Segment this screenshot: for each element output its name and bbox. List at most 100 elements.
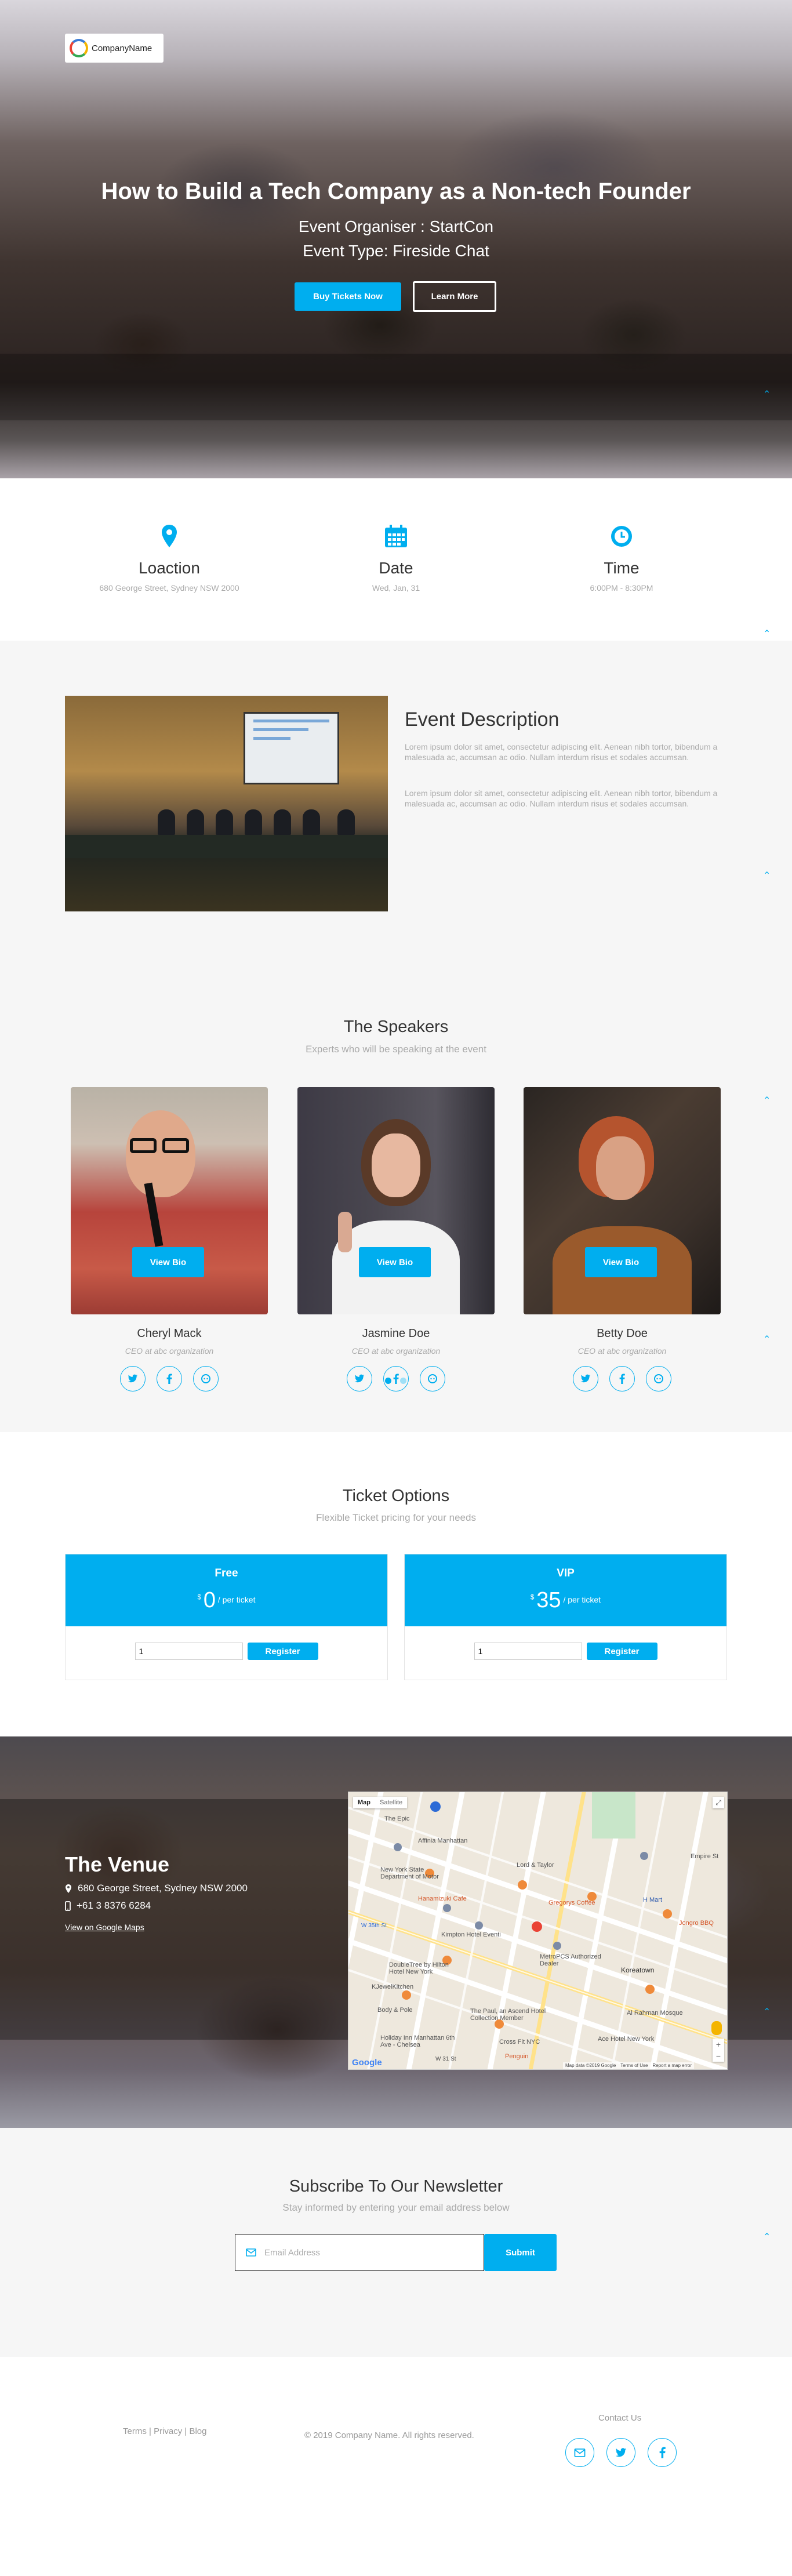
currency-symbol: $: [197, 1593, 201, 1601]
map-label: MetroPCS Authorized Dealer: [540, 1953, 601, 1967]
venue-phone-line: +61 3 8376 6284: [65, 1900, 151, 1912]
email-field[interactable]: Email Address: [235, 2234, 484, 2271]
map-label: Al Rahman Mosque: [627, 2010, 683, 2017]
mail-icon[interactable]: [565, 2438, 594, 2467]
buy-tickets-button[interactable]: Buy Tickets Now: [295, 282, 401, 311]
view-bio-button[interactable]: View Bio: [585, 1247, 657, 1277]
facebook-icon[interactable]: [648, 2438, 677, 2467]
map-attribution-text: Map data ©2019 Google: [565, 2063, 616, 2068]
speaker-role: CEO at abc organization: [351, 1346, 441, 1356]
twitter-icon[interactable]: [606, 2438, 635, 2467]
speaker-role: CEO at abc organization: [577, 1346, 667, 1356]
map-label: Penguin: [505, 2053, 529, 2060]
speaker-social-links: [524, 1366, 721, 1391]
pegman-icon[interactable]: [711, 2021, 722, 2035]
venue-section: The Venue 680 George Street, Sydney NSW …: [0, 1736, 792, 2128]
newsletter-title: Subscribe To Our Newsletter: [289, 2177, 503, 2196]
scroll-up-icon[interactable]: ⌃: [763, 388, 771, 400]
scroll-up-icon[interactable]: ⌃: [763, 1334, 771, 1345]
view-bio-button[interactable]: View Bio: [132, 1247, 204, 1277]
brand-name: CompanyName: [92, 43, 152, 53]
github-icon[interactable]: [646, 1366, 671, 1391]
fullscreen-icon[interactable]: ⤢: [713, 1797, 724, 1808]
event-description-section: Event Description Lorem ipsum dolor sit …: [0, 641, 792, 960]
hero-event-type: Event Type: Fireside Chat: [303, 242, 489, 260]
speaker-card: View Bio Jasmine Doe CEO at abc organiza…: [297, 1087, 495, 1391]
scroll-up-icon[interactable]: ⌃: [763, 2006, 771, 2018]
submit-button[interactable]: Submit: [484, 2234, 557, 2271]
map-label: KJewelKitchen: [372, 1983, 414, 1990]
scroll-up-icon[interactable]: ⌃: [763, 1095, 771, 1106]
map-type-toggle: Map Satellite: [353, 1797, 408, 1808]
speakers-subtitle: Experts who will be speaking at the even…: [306, 1044, 486, 1055]
currency-symbol: $: [530, 1593, 535, 1601]
map-label: W 31 St: [435, 2056, 456, 2062]
zoom-controls[interactable]: + −: [713, 2039, 724, 2062]
info-date: Date Wed, Jan, 31: [280, 522, 512, 593]
scroll-up-icon[interactable]: ⌃: [763, 870, 771, 881]
view-bio-button[interactable]: View Bio: [359, 1247, 431, 1277]
projector-screen: [244, 712, 339, 784]
info-title: Date: [379, 559, 413, 577]
info-value: 6:00PM - 8:30PM: [590, 583, 653, 593]
venue-map[interactable]: Map Satellite ⤢ + − The Epic Affinia Manh…: [348, 1792, 728, 2070]
facebook-icon[interactable]: [609, 1366, 635, 1391]
google-maps-link[interactable]: View on Google Maps: [65, 1923, 144, 1932]
map-label: The Epic: [384, 1815, 410, 1822]
github-icon[interactable]: [193, 1366, 219, 1391]
carousel-dot-active[interactable]: [385, 1378, 391, 1384]
event-photo: [65, 696, 388, 911]
tickets-title: Ticket Options: [342, 1487, 450, 1505]
satellite-tab[interactable]: Satellite: [375, 1797, 407, 1808]
ticket-card-vip: VIP $ 35 / per ticket Register: [404, 1554, 727, 1680]
speakers-title: The Speakers: [343, 1018, 449, 1036]
twitter-icon[interactable]: [347, 1366, 372, 1391]
map-label: Ace Hotel New York: [598, 2036, 655, 2043]
price-value: 35: [536, 1588, 561, 1612]
map-pin-icon: [66, 1884, 71, 1893]
scroll-up-icon[interactable]: ⌃: [763, 628, 771, 640]
map-attribution: Map data ©2019 Google Terms of Use Repor…: [563, 2062, 695, 2069]
footer-links[interactable]: Terms | Privacy | Blog: [123, 2426, 207, 2436]
info-value: 680 George Street, Sydney NSW 2000: [99, 583, 239, 593]
register-button[interactable]: Register: [586, 1643, 657, 1660]
speaker-social-links: [71, 1366, 268, 1391]
speaker-photo: View Bio: [297, 1087, 495, 1314]
map-terms-link[interactable]: Terms of Use: [620, 2063, 648, 2068]
map-label: Empire St: [691, 1853, 719, 1860]
github-icon[interactable]: [420, 1366, 445, 1391]
map-label: W 35th St: [361, 1923, 387, 1929]
info-location: Loaction 680 George Street, Sydney NSW 2…: [53, 522, 285, 593]
info-title: Time: [604, 559, 640, 577]
map-label: Hanamizuki Cafe: [418, 1895, 467, 1902]
info-value: Wed, Jan, 31: [372, 583, 420, 593]
carousel-dot[interactable]: [400, 1378, 406, 1384]
facebook-icon[interactable]: [157, 1366, 182, 1391]
map-label: Jongro BBQ: [679, 1920, 714, 1927]
price-unit: / per ticket: [217, 1595, 256, 1605]
map-tab[interactable]: Map: [353, 1797, 375, 1808]
ticket-quantity-input[interactable]: [135, 1643, 243, 1660]
company-logo[interactable]: CompanyName: [65, 34, 164, 63]
map-label: Lord & Taylor: [517, 1862, 554, 1869]
speaker-role: CEO at abc organization: [125, 1346, 214, 1356]
panel-table: [65, 835, 388, 858]
register-button[interactable]: Register: [247, 1643, 318, 1660]
description-paragraph: Lorem ipsum dolor sit amet, consectetur …: [405, 742, 718, 762]
map-label: Kimpton Hotel Eventi: [441, 1931, 501, 1938]
logo-mark-icon: [70, 39, 88, 57]
venue-phone[interactable]: +61 3 8376 6284: [77, 1900, 151, 1912]
learn-more-button[interactable]: Learn More: [413, 281, 496, 312]
scroll-up-icon[interactable]: ⌃: [763, 2231, 771, 2243]
newsletter-section: Subscribe To Our Newsletter Stay informe…: [0, 2128, 792, 2357]
twitter-icon[interactable]: [120, 1366, 146, 1391]
ticket-name: Free: [215, 1567, 238, 1579]
email-placeholder: Email Address: [264, 2247, 320, 2258]
speaker-card: View Bio Betty Doe CEO at abc organizati…: [524, 1087, 721, 1391]
hero-overlay-band: [0, 354, 792, 420]
ticket-quantity-input[interactable]: [474, 1643, 582, 1660]
map-label: H Mart: [643, 1896, 662, 1903]
description-paragraph: Lorem ipsum dolor sit amet, consectetur …: [405, 789, 718, 808]
map-report-link[interactable]: Report a map error: [652, 2063, 692, 2068]
twitter-icon[interactable]: [573, 1366, 598, 1391]
